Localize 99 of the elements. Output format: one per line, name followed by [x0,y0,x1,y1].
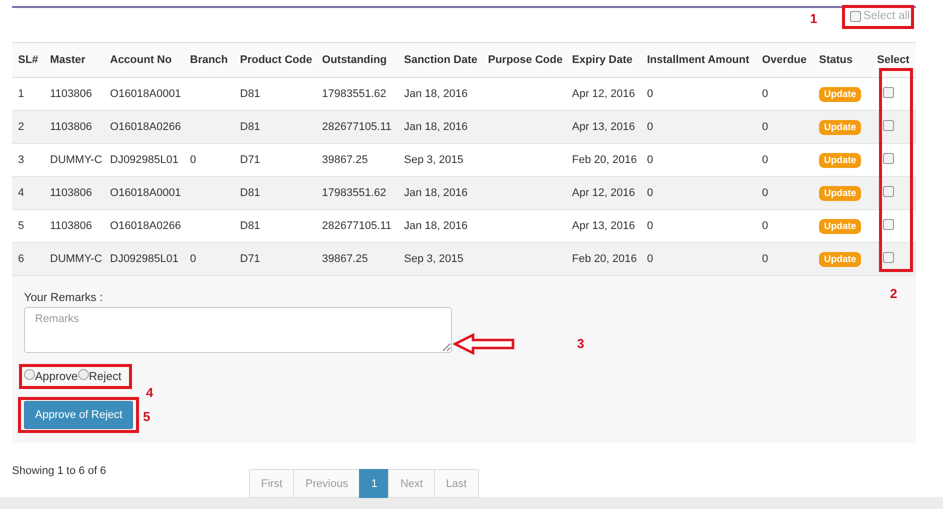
arrow-icon [453,333,515,355]
table-cell: 0 [762,220,768,232]
annotation-number: 1 [810,11,818,26]
table-cell: D81 [240,88,260,100]
table-cell: 0 [762,154,768,166]
column-header: SL# [12,42,44,78]
table-cell: 0 [190,154,196,166]
table-cell: 0 [647,121,654,133]
column-header: Product Code [234,42,316,78]
table-cell: 0 [647,253,654,265]
table-cell: D71 [240,154,260,166]
table-cell: Sep 3, 2015 [404,154,464,166]
table-cell: 0 [647,154,654,166]
page-button[interactable]: Last [434,469,479,498]
table-cell: 5 [18,220,24,232]
table-cell: D81 [240,220,260,232]
page-button[interactable]: 1 [359,469,390,498]
table-cell: DUMMY-C [50,253,102,265]
table-cell: 1103806 [50,88,92,100]
table-cell: D71 [240,253,260,265]
table-cell: 1103806 [50,187,92,199]
table-cell: 1103806 [50,220,92,232]
table-cell: 0 [762,88,768,100]
table-cell: Jan 18, 2016 [404,220,468,232]
annotation-number: 2 [890,286,898,301]
table-cell: 0 [762,253,768,265]
table-cell: 0 [190,253,196,265]
table-cell: D81 [240,121,260,133]
table-cell: Feb 20, 2016 [572,253,637,265]
page-button[interactable]: Previous [293,469,360,498]
annotation-number: 5 [143,409,150,424]
table-cell: DJ092985L01 [110,154,179,166]
table-cell: 1 [18,88,24,100]
table-cell: DJ092985L01 [110,253,179,265]
table-cell: 17983551.62 [322,88,386,100]
table-cell: O16018A0266 [110,121,181,133]
table-cell: 0 [647,88,654,100]
column-header: Select [871,42,916,78]
column-header: Status [813,42,871,78]
table-cell: Apr 13, 2016 [572,121,635,133]
submit-button[interactable]: Approve of Reject [24,401,134,429]
table-cell: 1103806 [50,121,92,133]
column-header: Installment Amount [641,42,756,78]
table-cell: Feb 20, 2016 [572,154,637,166]
table-cell: Apr 12, 2016 [572,88,635,100]
table-cell: 6 [18,253,24,265]
table-cell: O16018A0266 [110,220,181,232]
update-badge[interactable]: Update [819,120,862,135]
table-cell: Jan 18, 2016 [404,88,468,100]
column-header: Expiry Date [566,42,641,78]
annotation-number: 3 [577,336,584,351]
row-checkbox[interactable] [883,219,894,230]
remarks-field[interactable]: Remarks [24,307,452,353]
select-all-checkbox[interactable]: Select all [850,10,910,22]
table-cell: Jan 18, 2016 [404,187,468,199]
radio-option[interactable]: Approve [24,369,78,384]
table-cell: 39867.25 [322,154,368,166]
row-checkbox[interactable] [883,120,894,131]
table-cell: 39867.25 [322,253,368,265]
row-checkbox[interactable] [883,87,894,98]
table-cell: 282677105.11 [322,121,392,133]
column-header: Overdue [756,42,813,78]
table-cell: 282677105.11 [322,220,392,232]
row-checkbox[interactable] [883,153,894,164]
column-header: Account No [104,42,184,78]
table-cell: 4 [18,187,24,199]
table-cell: 3 [18,154,24,166]
page-button[interactable]: First [249,469,294,498]
table-cell: Sep 3, 2015 [404,253,464,265]
annotation-number: 4 [146,385,154,400]
column-header: Master [44,42,104,78]
table-cell: 0 [762,121,768,133]
table-cell: Jan 18, 2016 [404,121,468,133]
table-cell: O16018A0001 [110,88,181,100]
column-header: Purpose Code [482,42,566,78]
page-button[interactable]: Next [388,469,435,498]
update-badge[interactable]: Update [819,219,862,234]
table-cell: 2 [18,121,24,133]
update-badge[interactable]: Update [819,186,862,201]
column-header: Sanction Date [398,42,482,78]
table-cell: D81 [240,187,260,199]
update-badge[interactable]: Update [819,153,862,168]
row-checkbox[interactable] [883,186,894,197]
table-cell: O16018A0001 [110,187,181,199]
radio-option[interactable]: Reject [78,369,122,384]
table-cell: 0 [762,187,768,199]
table-cell: 0 [647,220,654,232]
remarks-label: Your Remarks : [24,292,103,304]
table-cell: Apr 12, 2016 [572,187,635,199]
column-header: Outstanding [316,42,398,78]
table-cell: Apr 13, 2016 [572,220,635,232]
row-checkbox[interactable] [883,252,894,263]
column-header: Branch [184,42,234,78]
table-cell: 0 [647,187,654,199]
table-cell: 17983551.62 [322,187,386,199]
table-cell: DUMMY-C [50,154,102,166]
entries-summary: Showing 1 to 6 of 6 [12,465,108,477]
update-badge[interactable]: Update [819,87,862,102]
update-badge[interactable]: Update [819,252,862,267]
